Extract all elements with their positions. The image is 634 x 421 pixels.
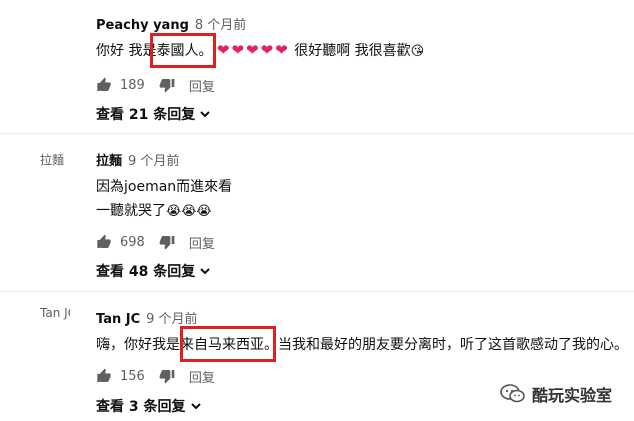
comment-time[interactable]: 8 个月前 <box>195 18 246 33</box>
watermark: 酷玩实验室 <box>500 382 612 406</box>
comment-actions: 156 回复 <box>96 365 215 387</box>
divider <box>0 291 634 292</box>
divider <box>0 133 634 134</box>
like-count: 189 <box>120 77 145 93</box>
comment-text-line: 因為joeman而進來看 <box>96 179 233 195</box>
comment-header: 拉麵 9 个月前 <box>96 150 179 169</box>
comment-text-prefix: 嗨，你好我是 <box>96 337 180 353</box>
chevron-down-icon <box>200 268 210 275</box>
comment-author[interactable]: Peachy yang <box>96 18 189 33</box>
chevron-down-icon <box>200 111 210 118</box>
avatar[interactable]: Tan JC <box>40 306 70 320</box>
view-replies-label: 查看 48 条回复 <box>96 264 196 280</box>
highlight-box <box>150 33 216 68</box>
comment-text-prefix: 你好 我是 <box>96 43 157 59</box>
highlight-box <box>180 326 276 362</box>
comment-text: 一聽就哭了 <box>96 203 166 219</box>
comment-author[interactable]: Tan JC <box>96 312 140 327</box>
reply-button[interactable]: 回复 <box>189 76 215 95</box>
reply-button[interactable]: 回复 <box>189 367 215 386</box>
watermark-text: 酷玩实验室 <box>532 386 613 405</box>
view-replies-button[interactable]: 查看 21 条回复 <box>96 104 211 124</box>
like-count: 156 <box>120 368 145 384</box>
chevron-down-icon <box>190 403 201 410</box>
comment-actions: 189 回复 <box>96 74 215 96</box>
view-replies-button[interactable]: 查看 48 条回复 <box>96 261 211 281</box>
wechat-icon <box>500 384 525 403</box>
comment-time[interactable]: 9 个月前 <box>146 312 197 327</box>
thumbs-up-icon[interactable] <box>96 368 112 384</box>
thumbs-up-icon[interactable] <box>96 77 112 93</box>
thumbs-up-icon[interactable] <box>96 234 112 250</box>
kiss-emoji: 😘 <box>410 44 425 59</box>
like-count: 698 <box>120 234 145 250</box>
thumbs-down-icon[interactable] <box>159 234 175 250</box>
view-replies-label: 查看 21 条回复 <box>96 107 196 123</box>
comment-text-line: 一聽就哭了😭😭😭 <box>96 200 212 220</box>
comment-text-suffix: 很好聽啊 我很喜歡 <box>289 43 411 59</box>
avatar[interactable]: 拉麵 <box>40 151 70 168</box>
comment-actions: 698 回复 <box>96 231 215 253</box>
comment-header: Peachy yang 8 个月前 <box>96 14 246 33</box>
view-replies-label: 查看 3 条回复 <box>96 399 186 415</box>
comment-time[interactable]: 9 个月前 <box>128 154 179 169</box>
reply-button[interactable]: 回复 <box>189 233 215 252</box>
comment-text-suffix: 当我和最好的朋友要分离时，听了这首歌感动了我的心。 <box>278 337 628 353</box>
thumbs-down-icon[interactable] <box>159 77 175 93</box>
comment-header: Tan JC 9 个月前 <box>96 308 198 327</box>
comment-text: 你好 我是泰國人。 ❤❤❤❤❤ 很好聽啊 我很喜歡😘 <box>96 40 424 60</box>
thumbs-down-icon[interactable] <box>159 368 175 384</box>
comment-text: 嗨，你好我是来自马来西亚。当我和最好的朋友要分离时，听了这首歌感动了我的心。 <box>96 334 628 354</box>
crying-emoji: 😭😭😭 <box>166 204 212 219</box>
comment-author[interactable]: 拉麵 <box>96 154 122 169</box>
hearts-emoji: ❤❤❤❤❤ <box>216 41 290 59</box>
view-replies-button[interactable]: 查看 3 条回复 <box>96 396 202 416</box>
